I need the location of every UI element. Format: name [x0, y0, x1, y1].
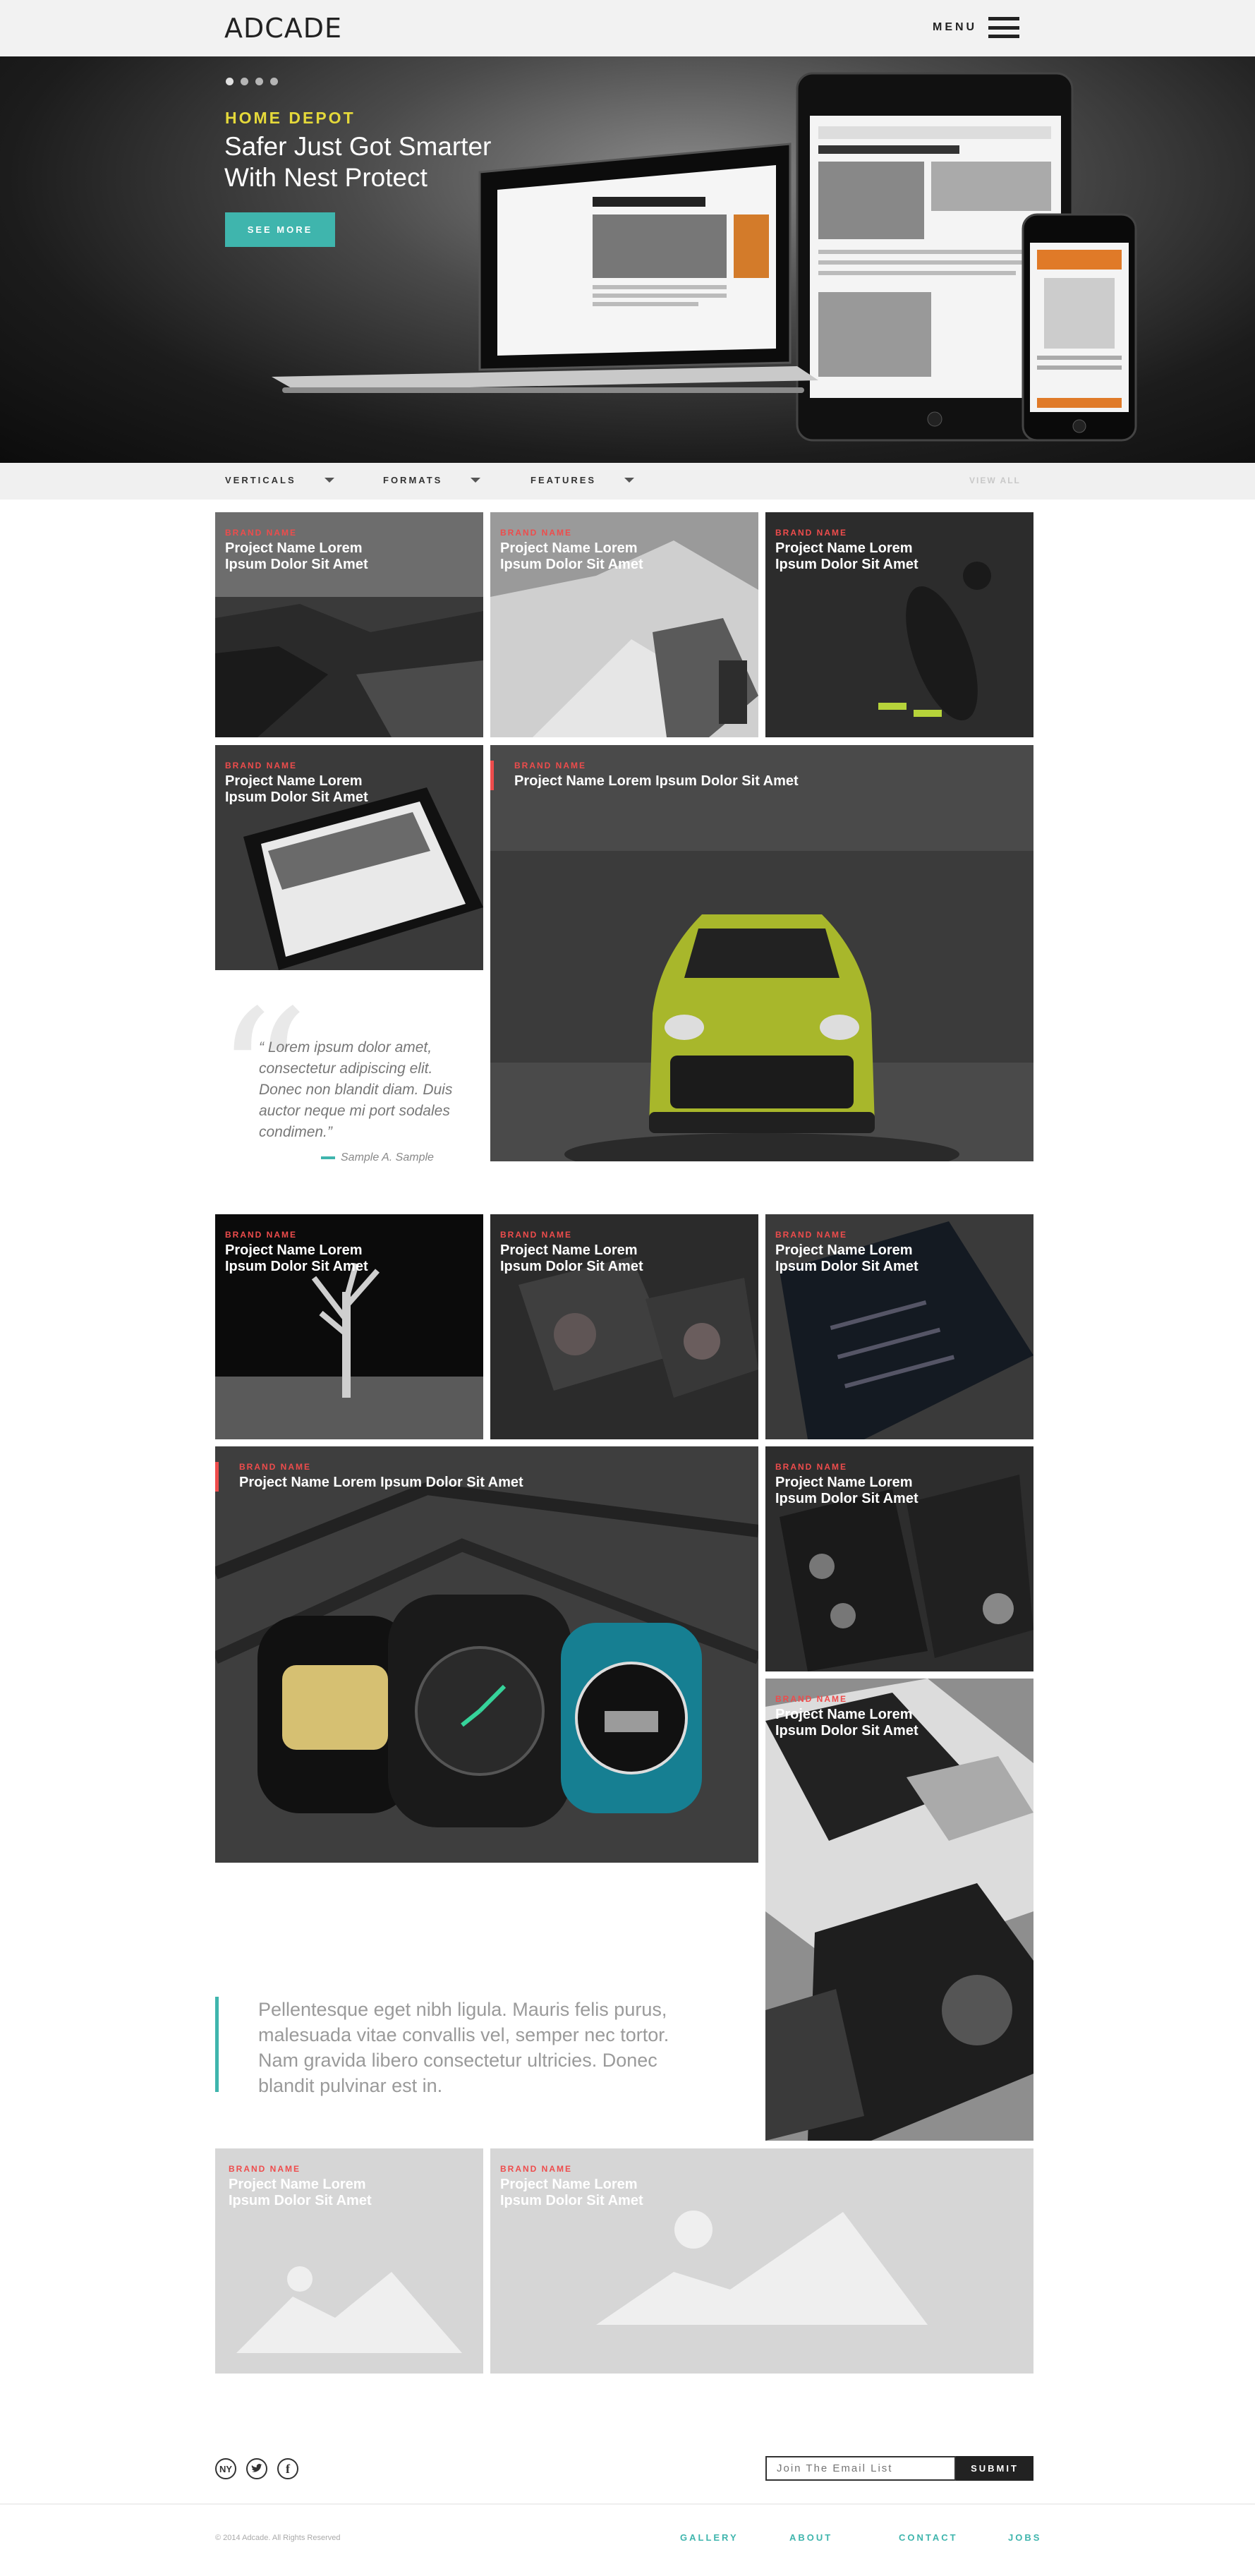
footer-divider	[0, 2503, 1255, 2505]
tile-brand: BRAND NAME	[775, 528, 847, 538]
tile-title: Project Name Lorem Ipsum Dolor Sit Amet	[500, 1242, 643, 1274]
submit-button[interactable]: SUBMIT	[956, 2456, 1033, 2481]
verticals-label: VERTICALS	[225, 475, 296, 485]
project-tile[interactable]: BRAND NAME Project Name Lorem Ipsum Dolo…	[215, 745, 483, 970]
features-dropdown[interactable]: FEATURES	[531, 475, 635, 485]
excerpt-block: Pellentesque eget nibh ligula. Mauris fe…	[215, 1997, 709, 2096]
footer-nav: GALLERY ABOUT CONTACT JOBS	[680, 2532, 1041, 2543]
email-input[interactable]	[765, 2456, 956, 2481]
tile-brand: BRAND NAME	[500, 2164, 572, 2174]
header: ADCADE MENU	[0, 0, 1255, 56]
tile-title: Project Name Lorem Ipsum Dolor Sit Amet	[500, 540, 643, 572]
tile-title: Project Name Lorem Ipsum Dolor Sit Amet	[225, 1242, 368, 1274]
project-tile[interactable]: BRAND NAME Project Name Lorem Ipsum Dolo…	[765, 1679, 1033, 2141]
excerpt-text: Pellentesque eget nibh ligula. Mauris fe…	[258, 1999, 669, 2096]
project-tile[interactable]: BRAND NAME Project Name Lorem Ipsum Dolo…	[215, 1214, 483, 1439]
project-tile[interactable]: BRAND NAME Project Name Lorem Ipsum Dolo…	[765, 1214, 1033, 1439]
project-tile[interactable]: BRAND NAME Project Name Lorem Ipsum Dolo…	[765, 1446, 1033, 1671]
tile-brand: BRAND NAME	[225, 528, 297, 538]
formats-dropdown[interactable]: FORMATS	[383, 475, 481, 485]
project-tile[interactable]: BRAND NAME Project Name Lorem Ipsum Dolo…	[490, 2148, 1033, 2374]
quote-author: Sample A. Sample	[321, 1151, 434, 1164]
tile-brand: BRAND NAME	[239, 1462, 311, 1472]
verticals-dropdown[interactable]: VERTICALS	[225, 475, 334, 485]
featured-project-tile[interactable]: BRAND NAME Project Name Lorem Ipsum Dolo…	[490, 745, 1033, 1161]
tile-title: Project Name Lorem Ipsum Dolor Sit Amet	[775, 1475, 918, 1506]
author-name: Sample A. Sample	[341, 1151, 434, 1163]
menu-label: MENU	[933, 21, 978, 33]
project-tile[interactable]: BRAND NAME Project Name Lorem Ipsum Dolo…	[765, 512, 1033, 737]
twitter-icon[interactable]	[246, 2458, 267, 2479]
testimonial-quote: “ “ Lorem ipsum dolor amet, consectetur …	[215, 986, 483, 1170]
tile-title: Project Name Lorem Ipsum Dolor Sit Amet	[775, 1707, 918, 1739]
menu-button[interactable]: MENU	[933, 17, 1020, 38]
caret-down-icon	[471, 478, 481, 483]
page: ADCADE MENU HOME DEPOT Safer Just Got Sm…	[0, 0, 1255, 2576]
author-dash	[321, 1156, 335, 1159]
hero-carousel: HOME DEPOT Safer Just Got Smarter With N…	[0, 56, 1255, 463]
print-booklets-image	[765, 1679, 1033, 2141]
tile-title: Project Name Lorem Ipsum Dolor Sit Amet	[775, 540, 918, 572]
footer-link-gallery[interactable]: GALLERY	[680, 2532, 789, 2543]
tile-title: Project Name Lorem Ipsum Dolor Sit Amet	[239, 1475, 523, 1490]
project-tile[interactable]: BRAND NAME Project Name Lorem Ipsum Dolo…	[490, 512, 758, 737]
tile-brand: BRAND NAME	[775, 1694, 847, 1704]
tile-brand: BRAND NAME	[500, 528, 572, 538]
accent-bar	[215, 1997, 219, 2092]
logo[interactable]: ADCADE	[224, 13, 342, 44]
caret-down-icon	[624, 478, 635, 483]
caret-down-icon	[324, 478, 334, 483]
tile-brand: BRAND NAME	[229, 2164, 301, 2174]
social-links: NY f	[215, 2458, 298, 2479]
footer-link-jobs[interactable]: JOBS	[1008, 2532, 1041, 2543]
quote-text: “ Lorem ipsum dolor amet, consectetur ad…	[259, 1039, 453, 1140]
watches-image	[215, 1446, 758, 1863]
tile-title: Project Name Lorem Ipsum Dolor Sit Amet	[514, 773, 799, 789]
filter-bar: VERTICALS FORMATS FEATURES VIEW ALL	[0, 463, 1255, 500]
hamburger-icon	[988, 17, 1020, 38]
project-tile[interactable]: BRAND NAME Project Name Lorem Ipsum Dolo…	[490, 1214, 758, 1439]
tile-title: Project Name Lorem Ipsum Dolor Sit Amet	[500, 2177, 643, 2208]
tile-title: Project Name Lorem Ipsum Dolor Sit Amet	[225, 540, 368, 572]
features-label: FEATURES	[531, 475, 597, 485]
carousel-dot[interactable]	[226, 78, 234, 85]
tile-brand: BRAND NAME	[775, 1462, 847, 1472]
car-image	[490, 745, 1033, 1161]
view-all-link[interactable]: VIEW ALL	[969, 476, 1021, 485]
footer-link-contact[interactable]: CONTACT	[899, 2532, 1008, 2543]
formats-label: FORMATS	[383, 475, 443, 485]
tile-title: Project Name Lorem Ipsum Dolor Sit Amet	[225, 773, 368, 805]
accent-bar	[215, 1462, 219, 1492]
carousel-dot[interactable]	[241, 78, 248, 85]
devices-image	[272, 72, 1137, 442]
copyright: © 2014 Adcade. All Rights Reserved	[215, 2534, 341, 2542]
tile-brand: BRAND NAME	[225, 1230, 297, 1240]
accent-bar	[490, 761, 494, 790]
tile-brand: BRAND NAME	[514, 761, 586, 770]
tile-title: Project Name Lorem Ipsum Dolor Sit Amet	[229, 2177, 372, 2208]
project-tile[interactable]: BRAND NAME Project Name Lorem Ipsum Dolo…	[215, 512, 483, 737]
tile-brand: BRAND NAME	[225, 761, 297, 770]
logo-text: ADCADE	[224, 13, 343, 44]
facebook-icon[interactable]: f	[277, 2458, 298, 2479]
tile-brand: BRAND NAME	[500, 1230, 572, 1240]
ny-icon[interactable]: NY	[215, 2458, 236, 2479]
tile-title: Project Name Lorem Ipsum Dolor Sit Amet	[775, 1242, 918, 1274]
tile-brand: BRAND NAME	[775, 1230, 847, 1240]
footer-link-about[interactable]: ABOUT	[789, 2532, 899, 2543]
newsletter-form: SUBMIT	[765, 2456, 1033, 2481]
project-tile[interactable]: BRAND NAME Project Name Lorem Ipsum Dolo…	[215, 2148, 483, 2374]
featured-project-tile[interactable]: BRAND NAME Project Name Lorem Ipsum Dolo…	[215, 1446, 758, 1863]
